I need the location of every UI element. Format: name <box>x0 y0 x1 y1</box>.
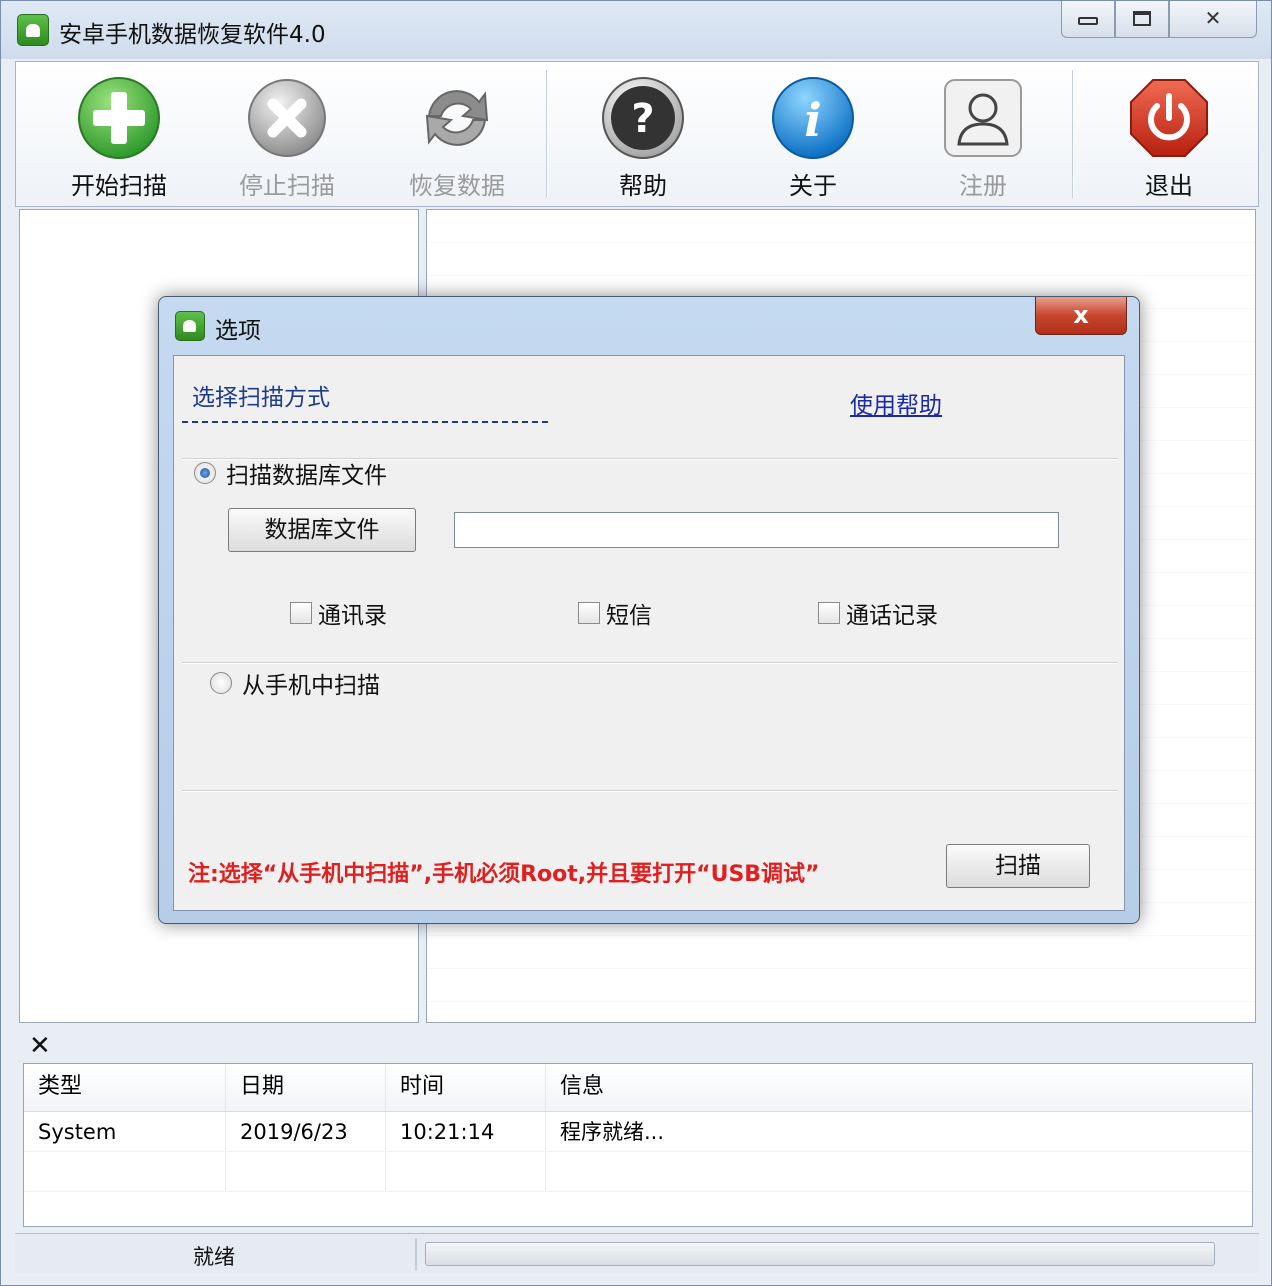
recover-data-button[interactable]: 恢复数据 <box>382 76 532 204</box>
options-dialog: 选项 x 选择扫描方式 使用帮助 扫描数据库文件 数据库文件 通讯录 短信 通话… <box>158 296 1140 924</box>
close-icon: x <box>1073 301 1089 329</box>
minimize-button[interactable] <box>1061 1 1115 38</box>
call-log-label: 通话记录 <box>846 603 938 629</box>
table-row[interactable]: System 2019/6/23 10:21:14 程序就绪... <box>24 1112 1252 1152</box>
info-icon: i <box>771 76 855 160</box>
contacts-checkbox-row[interactable]: 通讯录 <box>290 596 387 630</box>
dialog-body: 选择扫描方式 使用帮助 扫描数据库文件 数据库文件 通讯录 短信 通话记录 从手… <box>173 355 1125 911</box>
maximize-icon <box>1133 11 1151 26</box>
log-close-icon[interactable]: ✕ <box>29 1033 51 1059</box>
log-time-cell: 10:21:14 <box>386 1112 546 1151</box>
maximize-button[interactable] <box>1115 1 1169 38</box>
plus-icon <box>77 76 161 160</box>
window-controls: ✕ <box>1061 1 1257 39</box>
close-icon: ✕ <box>1204 6 1222 30</box>
help-label: 帮助 <box>619 172 667 200</box>
dialog-close-button[interactable]: x <box>1035 297 1127 335</box>
status-divider <box>415 1238 417 1270</box>
log-date-cell: 2019/6/23 <box>226 1112 386 1151</box>
window-title: 安卓手机数据恢复软件4.0 <box>59 22 326 48</box>
refresh-icon <box>415 76 499 160</box>
status-text: 就绪 <box>193 1245 235 1269</box>
scan-phone-label: 从手机中扫描 <box>242 673 380 699</box>
call-log-checkbox[interactable] <box>818 602 840 624</box>
toolbar-divider <box>1072 70 1074 198</box>
scan-mode-heading: 选择扫描方式 <box>192 385 330 411</box>
close-button[interactable]: ✕ <box>1169 1 1257 38</box>
empty-cell <box>24 1152 226 1191</box>
help-button[interactable]: ? 帮助 <box>568 76 718 204</box>
column-header-time[interactable]: 时间 <box>386 1064 546 1111</box>
register-label: 注册 <box>959 172 1007 200</box>
toolbar-divider <box>546 70 548 198</box>
scan-db-label: 扫描数据库文件 <box>226 463 387 489</box>
radio-button-selected[interactable] <box>194 462 216 484</box>
log-table: 类型 日期 时间 信息 System 2019/6/23 10:21:14 程序… <box>23 1063 1253 1227</box>
question-mark-icon: ? <box>601 76 685 160</box>
radio-button[interactable] <box>210 672 232 694</box>
contacts-checkbox[interactable] <box>290 602 312 624</box>
exit-label: 退出 <box>1145 172 1193 200</box>
dialog-title: 选项 <box>215 318 261 344</box>
log-info-cell: 程序就绪... <box>560 1120 665 1144</box>
contacts-label: 通讯录 <box>318 603 387 629</box>
sms-label: 短信 <box>606 603 652 629</box>
start-scan-label: 开始扫描 <box>71 172 167 200</box>
log-header-row: 类型 日期 时间 信息 <box>24 1064 1252 1112</box>
empty-cell <box>226 1152 386 1191</box>
database-file-button[interactable]: 数据库文件 <box>228 508 416 552</box>
root-warning-note: 注:选择“从手机中扫描”,手机必须Root,并且要打开“USB调试” <box>188 862 820 887</box>
scan-phone-option[interactable]: 从手机中扫描 <box>210 666 380 700</box>
scan-button[interactable]: 扫描 <box>946 844 1090 888</box>
stop-scan-label: 停止扫描 <box>239 172 335 200</box>
start-scan-button[interactable]: 开始扫描 <box>44 76 194 204</box>
group-divider <box>182 662 1118 664</box>
column-header-info[interactable]: 信息 <box>546 1064 1252 1111</box>
toolbar: 开始扫描 停止扫描 恢复数据 ? 帮助 i 关于 注册 退出 <box>15 61 1259 207</box>
sms-checkbox[interactable] <box>578 602 600 624</box>
scan-db-option[interactable]: 扫描数据库文件 <box>194 456 387 490</box>
power-icon <box>1127 76 1211 160</box>
status-bar: 就绪 <box>15 1233 1259 1273</box>
stop-scan-button[interactable]: 停止扫描 <box>212 76 362 204</box>
heading-underline <box>182 421 548 423</box>
stop-x-icon <box>245 76 329 160</box>
log-type-cell: System <box>24 1112 226 1151</box>
register-button[interactable]: 注册 <box>908 76 1058 204</box>
title-bar: 安卓手机数据恢复软件4.0 ✕ <box>1 1 1271 59</box>
android-app-icon <box>17 14 49 46</box>
usage-help-link[interactable]: 使用帮助 <box>850 386 942 420</box>
group-divider <box>182 790 1118 792</box>
help-glyph: ? <box>631 96 654 142</box>
about-glyph: i <box>804 93 821 147</box>
android-dialog-icon <box>175 311 205 341</box>
about-button[interactable]: i 关于 <box>738 76 888 204</box>
minimize-icon <box>1078 17 1098 25</box>
empty-cell <box>546 1152 1252 1191</box>
table-row-empty <box>24 1152 1252 1192</box>
column-header-type[interactable]: 类型 <box>24 1064 226 1111</box>
user-icon <box>941 76 1025 160</box>
about-label: 关于 <box>789 172 837 200</box>
exit-button[interactable]: 退出 <box>1094 76 1244 204</box>
recover-data-label: 恢复数据 <box>409 172 505 200</box>
empty-cell <box>386 1152 546 1191</box>
progress-bar <box>425 1242 1215 1266</box>
sms-checkbox-row[interactable]: 短信 <box>578 596 652 630</box>
column-header-date[interactable]: 日期 <box>226 1064 386 1111</box>
call-log-checkbox-row[interactable]: 通话记录 <box>818 596 938 630</box>
database-path-input[interactable] <box>454 512 1059 548</box>
